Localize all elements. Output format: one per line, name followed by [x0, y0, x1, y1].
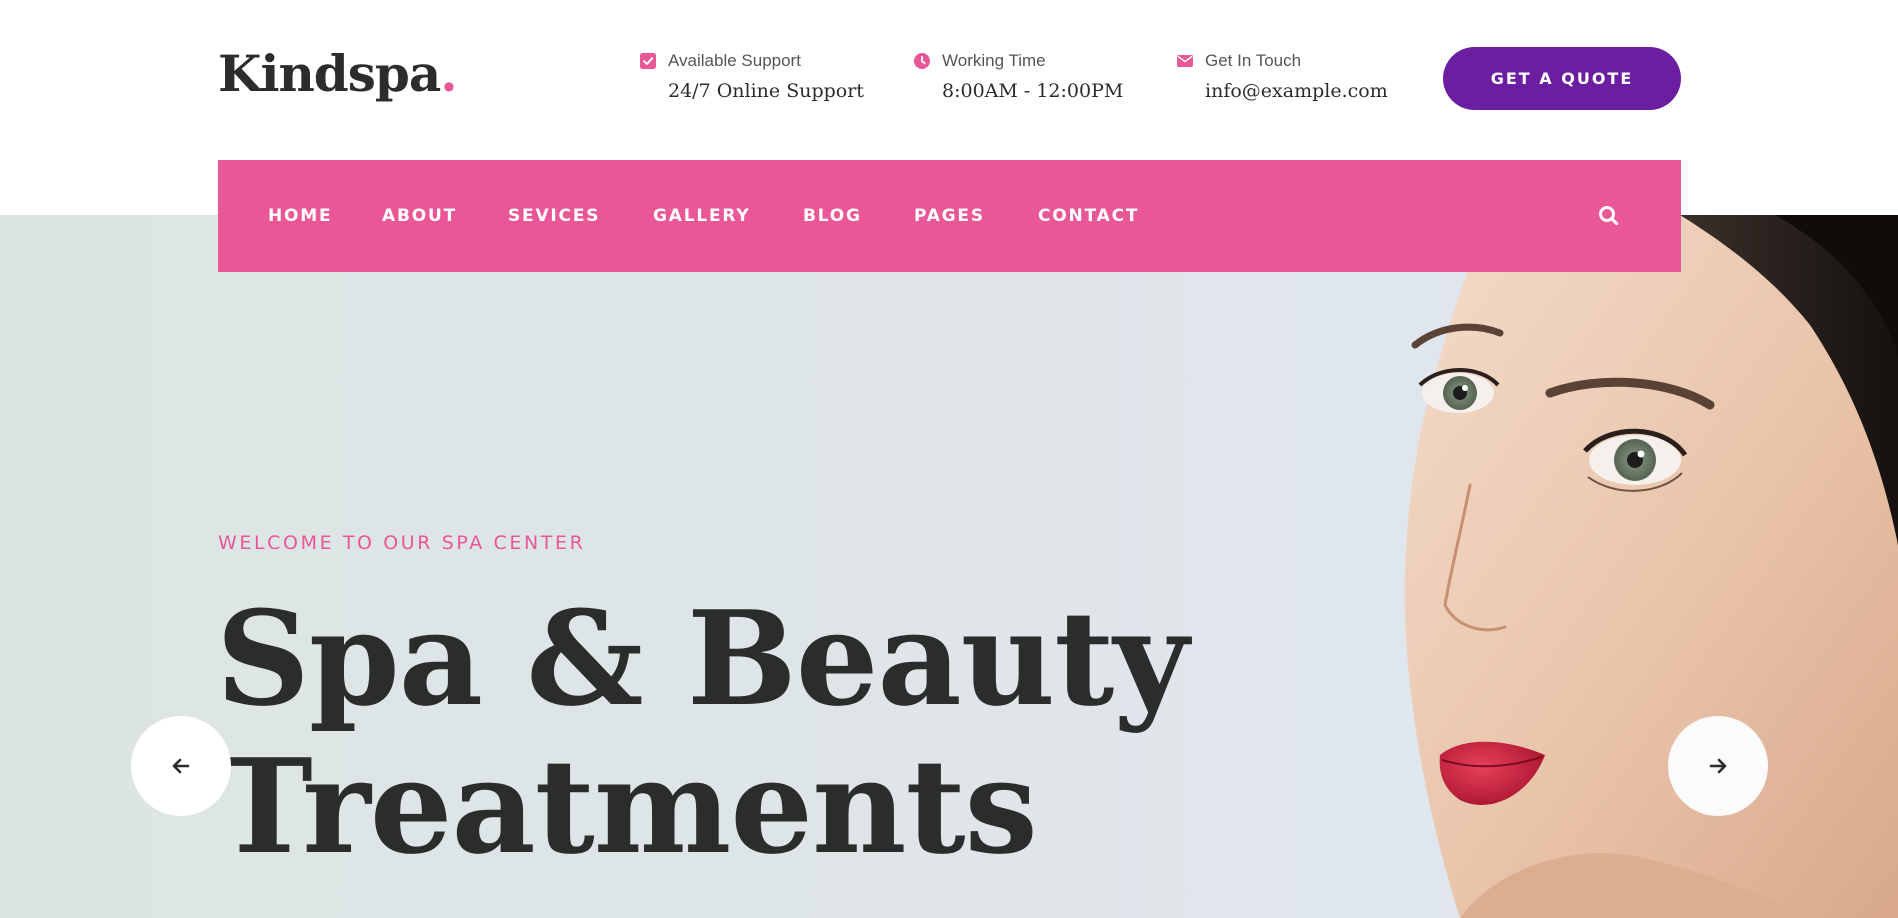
- nav-item-sevices[interactable]: SEVICES: [508, 160, 600, 272]
- envelope-icon: [1177, 55, 1193, 67]
- nav-item-about[interactable]: ABOUT: [382, 160, 457, 272]
- nav-item-contact[interactable]: CONTACT: [1038, 160, 1139, 272]
- main-nav: HOME ABOUT SEVICES GALLERY BLOG PAGES CO…: [218, 160, 1681, 272]
- nav-item-pages[interactable]: PAGES: [914, 160, 985, 272]
- hero-title-line-2: Treatments: [216, 730, 1038, 883]
- contact-label: Get In Touch: [1205, 51, 1302, 70]
- arrow-right-icon: [1709, 758, 1727, 774]
- clock-icon: [914, 53, 930, 69]
- nav-item-home[interactable]: HOME: [268, 160, 332, 272]
- nav-item-blog[interactable]: BLOG: [803, 160, 862, 272]
- working-time-label: Working Time: [942, 51, 1046, 70]
- logo-text: Kindspa: [218, 44, 441, 103]
- contact-email[interactable]: info@example.com: [1205, 78, 1388, 104]
- hero-title-line-1: Spa & Beauty: [216, 582, 1189, 735]
- arrow-left-icon: [172, 758, 190, 774]
- logo-dot: .: [440, 44, 457, 103]
- model-face-image: [1404, 215, 1898, 918]
- support-value: 24/7 Online Support: [668, 80, 864, 102]
- site-logo[interactable]: Kindspa.: [218, 44, 458, 104]
- support-label: Available Support: [668, 51, 801, 70]
- check-square-icon: [640, 53, 656, 69]
- get-a-quote-button[interactable]: GET A QUOTE: [1443, 47, 1681, 110]
- hero-subtitle: WELCOME TO OUR SPA CENTER: [218, 532, 586, 554]
- search-icon[interactable]: [1596, 203, 1622, 229]
- slider-prev-button[interactable]: [131, 716, 231, 816]
- nav-item-gallery[interactable]: GALLERY: [653, 160, 750, 272]
- slider-next-button[interactable]: [1668, 716, 1768, 816]
- hero-title: Spa & Beauty Treatments: [216, 585, 1416, 881]
- working-time-value: 8:00AM - 12:00PM: [942, 80, 1124, 102]
